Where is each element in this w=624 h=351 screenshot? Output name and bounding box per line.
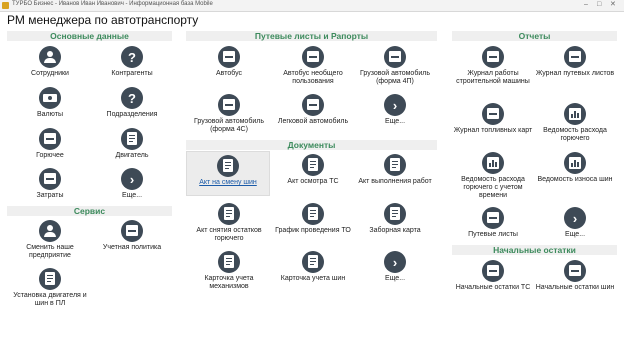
person-icon [39,220,61,242]
document-icon [217,155,239,177]
chevron-right-icon: › [564,207,586,229]
chevron-right-icon: › [121,168,143,190]
tile-engine-tires-install[interactable]: Установка двигателя и шин в ПЛ [10,268,90,308]
tile-engine[interactable]: Двигатель [92,128,172,160]
document-icon [302,154,324,176]
document-icon [39,268,61,290]
tray-icon [218,94,240,116]
tile-counterparties[interactable]: ? Контрагенты [92,46,172,78]
close-button[interactable]: ✕ [610,1,616,9]
tile-fuel-consumption[interactable]: Ведомость расхода горючего [535,103,615,143]
tile-mechanism-card[interactable]: Карточка учета механизмов [189,251,269,291]
tile-construction-journal[interactable]: Журнал работы строительной машины [453,46,533,86]
tray-icon [39,168,61,190]
document-icon [384,203,406,225]
tile-main-more[interactable]: › Еще... [92,168,172,200]
tile-tire-change-act[interactable]: Акт на смену шин [186,151,270,196]
tile-fuel-consumption-time[interactable]: Ведомость расхода горючего с учетом врем… [453,152,533,200]
window-titlebar: ТУРБО Бизнес - Иванов Иван Иванович - Ин… [0,0,624,12]
tile-truck-4c[interactable]: Грузовой автомобиль (форма 4С) [189,94,269,134]
tray-icon [121,220,143,242]
document-icon [302,203,324,225]
tile-initial-vehicles[interactable]: Начальные остатки ТС [453,260,533,292]
bar-chart-icon [482,152,504,174]
tray-icon [302,46,324,68]
tile-tire-wear[interactable]: Ведомость износа шин [535,152,615,184]
page-title: РМ менеджера по автотранспорту [7,13,199,27]
person-icon [39,46,61,68]
document-icon [384,154,406,176]
tile-fuel-card[interactable]: Заборная карта [355,203,435,235]
tile-change-enterprise[interactable]: Сменить наше предприятие [10,220,90,260]
tile-fuel-writeoff-act[interactable]: Акт снятия остатков горючего [189,203,269,243]
tray-icon [482,260,504,282]
tile-waybill-list[interactable]: Путевые листы [453,207,533,239]
tile-car[interactable]: Легковой автомобиль [273,94,353,126]
tile-departments[interactable]: ? Подразделения [92,87,172,119]
chevron-right-icon: › [384,94,406,116]
tile-employees[interactable]: Сотрудники [10,46,90,78]
tile-docs-more[interactable]: › Еще... [355,251,435,283]
tile-bus[interactable]: Автобус [189,46,269,78]
chevron-right-icon: › [384,251,406,273]
section-main-data-header: Основные данные [7,31,172,41]
section-service-header: Сервис [7,206,172,216]
tray-icon [384,46,406,68]
tray-icon [564,260,586,282]
app-logo-icon [2,2,9,9]
tile-fuel-card-journal[interactable]: Журнал топливных карт [453,103,533,135]
money-icon [39,87,61,109]
minimize-button[interactable]: – [584,1,588,9]
tile-accounting-policy[interactable]: Учетная политика [92,220,172,252]
tile-waybills-more[interactable]: › Еще... [355,94,435,126]
section-documents-header: Документы [186,140,437,150]
tile-bus-non-public[interactable]: Автобус необщего пользования [273,46,353,86]
section-waybills-header: Путевые листы и Рапорты [186,31,437,41]
window-title: ТУРБО Бизнес - Иванов Иван Иванович - Ин… [12,1,213,7]
tile-reports-more[interactable]: › Еще... [535,207,615,239]
document-icon [121,128,143,150]
tile-initial-tires[interactable]: Начальные остатки шин [535,260,615,292]
tile-work-completion-act[interactable]: Акт выполнения работ [355,154,435,186]
tile-maintenance-schedule[interactable]: График проведения ТО [273,203,353,235]
document-icon [218,203,240,225]
bar-chart-icon [564,103,586,125]
question-icon: ? [121,87,143,109]
journal-icon [482,103,504,125]
tile-fuel[interactable]: Горючее [10,128,90,160]
tile-tire-card[interactable]: Карточка учета шин [273,251,353,283]
bar-chart-icon [564,152,586,174]
document-icon [218,251,240,273]
tray-icon [302,94,324,116]
tile-costs[interactable]: Затраты [10,168,90,200]
maximize-button[interactable]: □ [597,1,601,9]
tile-waybill-journal[interactable]: Журнал путевых листов [535,46,615,78]
section-initial-balances-header: Начальные остатки [452,245,617,255]
tile-currencies[interactable]: Валюты [10,87,90,119]
document-icon [302,251,324,273]
tray-icon [218,46,240,68]
section-reports-header: Отчеты [452,31,617,41]
tile-vehicle-inspection-act[interactable]: Акт осмотра ТС [273,154,353,186]
tile-truck-4p[interactable]: Грузовой автомобиль (форма 4П) [355,46,435,86]
tray-icon [39,128,61,150]
journal-icon [482,207,504,229]
question-icon: ? [121,46,143,68]
journal-icon [482,46,504,68]
journal-icon [564,46,586,68]
